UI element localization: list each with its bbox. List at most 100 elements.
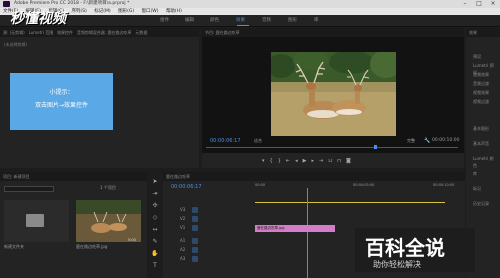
image-thumbnail xyxy=(76,200,141,242)
program-playhead[interactable] xyxy=(374,145,377,149)
work-area-bar[interactable] xyxy=(255,202,445,203)
timeline-timecode[interactable]: 00:00:06:17 xyxy=(171,184,202,190)
panel-history[interactable]: 历史记录 xyxy=(473,200,495,207)
program-duration: 00:00:10:00 xyxy=(432,138,460,143)
tab-effect-controls[interactable]: 效果控件 xyxy=(57,30,73,35)
type-tool-icon[interactable]: T xyxy=(151,262,159,270)
add-marker-icon[interactable]: ▾ xyxy=(262,158,270,164)
ruler-end: 00:00:10:00 xyxy=(433,183,455,187)
panel-essential-sound[interactable]: 基本声音 xyxy=(473,140,495,147)
workspace-assembly[interactable]: 组件 xyxy=(160,15,169,27)
hand-tool-icon[interactable]: ✋ xyxy=(151,250,159,258)
program-monitor-title[interactable]: 节目: 鹿在路边吃草 xyxy=(205,30,240,35)
wrench-icon[interactable]: 🔧 xyxy=(424,138,430,144)
tab-lumetri-scopes[interactable]: Lumetri 范围 xyxy=(29,30,54,35)
effects-item-presets[interactable]: 预设 xyxy=(473,53,495,60)
track-select-tool-icon[interactable]: ⇥ xyxy=(151,190,159,198)
tab-source[interactable]: 源: (无剪辑) xyxy=(3,30,25,35)
track-v1-target[interactable] xyxy=(192,225,198,231)
menu-markers[interactable]: 标记(M) xyxy=(94,9,110,14)
project-panel: 项目: 新建项目 1 个项目 新建文件夹 鹿在路边吃草.jpg 5:00 xyxy=(0,172,147,278)
tip-title: 小提示： xyxy=(49,89,74,96)
effects-item-audio-effects[interactable]: 音频效果 xyxy=(473,71,495,78)
baike-title: 百科全说 xyxy=(365,236,445,260)
program-timecode[interactable]: 00:00:06:17 xyxy=(210,138,241,144)
timeline-sequence-title[interactable]: 鹿在路边吃草 xyxy=(166,174,190,179)
effects-item-lumetri-presets[interactable]: Lumetri 预设 xyxy=(473,62,495,75)
project-panel-tab: 项目: 新建项目 xyxy=(0,172,147,181)
pen-tool-icon[interactable]: ✎ xyxy=(151,238,159,246)
tip-overlay: 小提示： 双击图片→效果控件 xyxy=(10,73,113,130)
mark-in-icon[interactable]: { xyxy=(270,158,278,164)
workspace-graphics[interactable]: 图形 xyxy=(288,15,297,27)
tab-audio-clip-mixer[interactable]: 音频剪辑混合器: 鹿在路边吃草 xyxy=(77,30,132,35)
extract-icon[interactable]: ⊓ xyxy=(337,158,346,164)
deer-image xyxy=(271,52,396,136)
quality-dropdown[interactable]: 完整 xyxy=(407,138,415,144)
workspace-libraries[interactable]: 库 xyxy=(314,15,319,27)
step-back-icon[interactable]: ◂ xyxy=(295,158,303,164)
image-duration: 5:00 xyxy=(128,238,136,242)
maximize-button[interactable]: □ xyxy=(472,0,486,8)
project-item-image[interactable] xyxy=(76,200,141,242)
workspace-editing[interactable]: 编辑 xyxy=(185,15,194,27)
menu-sequence[interactable]: 序列(S) xyxy=(71,9,86,14)
menu-bar: 文件(F) 编辑(E) 剪辑(C) 序列(S) 标记(M) 图形(G) 窗口(W… xyxy=(0,8,500,15)
ripple-edit-tool-icon[interactable]: ✣ xyxy=(151,202,159,210)
export-frame-icon[interactable]: ◙ xyxy=(346,158,356,164)
track-v2[interactable]: V2 xyxy=(180,216,185,221)
track-a2-target[interactable] xyxy=(192,247,198,253)
project-panel-title[interactable]: 项目: 新建项目 xyxy=(3,174,30,179)
baike-watermark: 百科全说 助你轻松解决 xyxy=(355,228,475,272)
track-v1[interactable]: V1 xyxy=(180,225,185,230)
slip-tool-icon[interactable]: ↔ xyxy=(151,226,159,234)
track-a3-target[interactable] xyxy=(192,256,198,262)
selection-tool-icon[interactable]: ➤ xyxy=(151,178,159,186)
program-video-frame xyxy=(271,52,396,136)
track-a2[interactable]: A2 xyxy=(180,247,185,252)
project-item-folder[interactable] xyxy=(4,200,69,242)
track-v2-target[interactable] xyxy=(192,216,198,222)
menu-window[interactable]: 窗口(W) xyxy=(142,9,159,14)
panel-markers[interactable]: 标记 xyxy=(473,185,495,192)
fit-dropdown[interactable]: 适合 xyxy=(254,138,262,144)
baike-subtitle: 助你轻松解决 xyxy=(373,260,421,269)
premiere-app-icon xyxy=(3,1,10,7)
tab-effects[interactable]: 效果 xyxy=(469,30,477,35)
title-bar: Adobe Premiere Pro CC 2018 - F:\新建项目\a.p… xyxy=(0,0,500,8)
close-button[interactable]: × xyxy=(486,0,500,8)
effects-item-video-effects[interactable]: 视频效果 xyxy=(473,89,495,96)
program-monitor-tab: 节目: 鹿在路边吃草 xyxy=(202,28,464,37)
effects-item-audio-transitions[interactable]: 音频过渡 xyxy=(473,80,495,87)
lift-icon[interactable]: ⊔ xyxy=(328,158,337,164)
timeline-playhead[interactable] xyxy=(307,188,308,278)
go-to-out-icon[interactable]: ⇥ xyxy=(319,158,328,164)
ruler-start: 00:00 xyxy=(255,183,266,187)
workspace-color[interactable]: 颜色 xyxy=(210,15,219,27)
project-search-input[interactable] xyxy=(4,186,54,192)
track-a1-target[interactable] xyxy=(192,238,198,244)
minimize-button[interactable]: – xyxy=(458,0,472,8)
effects-item-video-transitions[interactable]: 视频过渡 xyxy=(473,98,495,105)
step-forward-icon[interactable]: ▸ xyxy=(311,158,319,164)
razor-tool-icon[interactable]: ◇ xyxy=(151,214,159,222)
menu-graphics[interactable]: 图形(G) xyxy=(118,9,134,14)
track-a1[interactable]: A1 xyxy=(180,238,185,243)
tab-metadata[interactable]: 元数据 xyxy=(135,30,147,35)
panel-libraries[interactable]: 库 xyxy=(473,170,495,177)
timeline-clip[interactable]: 鹿在路边吃草.jpg xyxy=(255,225,335,232)
image-name[interactable]: 鹿在路边吃草.jpg xyxy=(76,244,107,250)
track-a3[interactable]: A3 xyxy=(180,256,185,261)
program-scrub-bar[interactable] xyxy=(206,147,458,148)
mark-out-icon[interactable]: } xyxy=(278,158,286,164)
panel-essential-graphics[interactable]: 基本图形 xyxy=(473,125,495,132)
panel-lumetri-color[interactable]: Lumetri 颜色 xyxy=(473,155,495,168)
track-v3-target[interactable] xyxy=(192,207,198,213)
go-to-in-icon[interactable]: ⇤ xyxy=(286,158,295,164)
track-v3[interactable]: V3 xyxy=(180,207,185,212)
workspace-bar: 秒懂视频 组件 编辑 颜色 效果 音频 图形 库 xyxy=(0,12,500,27)
source-panel-tabs: 源: (无剪辑) Lumetri 范围 效果控件 音频剪辑混合器: 鹿在路边吃草… xyxy=(0,28,199,37)
menu-help[interactable]: 帮助(H) xyxy=(166,9,182,14)
workspace-audio[interactable]: 音频 xyxy=(262,15,271,27)
folder-name[interactable]: 新建文件夹 xyxy=(4,244,24,250)
